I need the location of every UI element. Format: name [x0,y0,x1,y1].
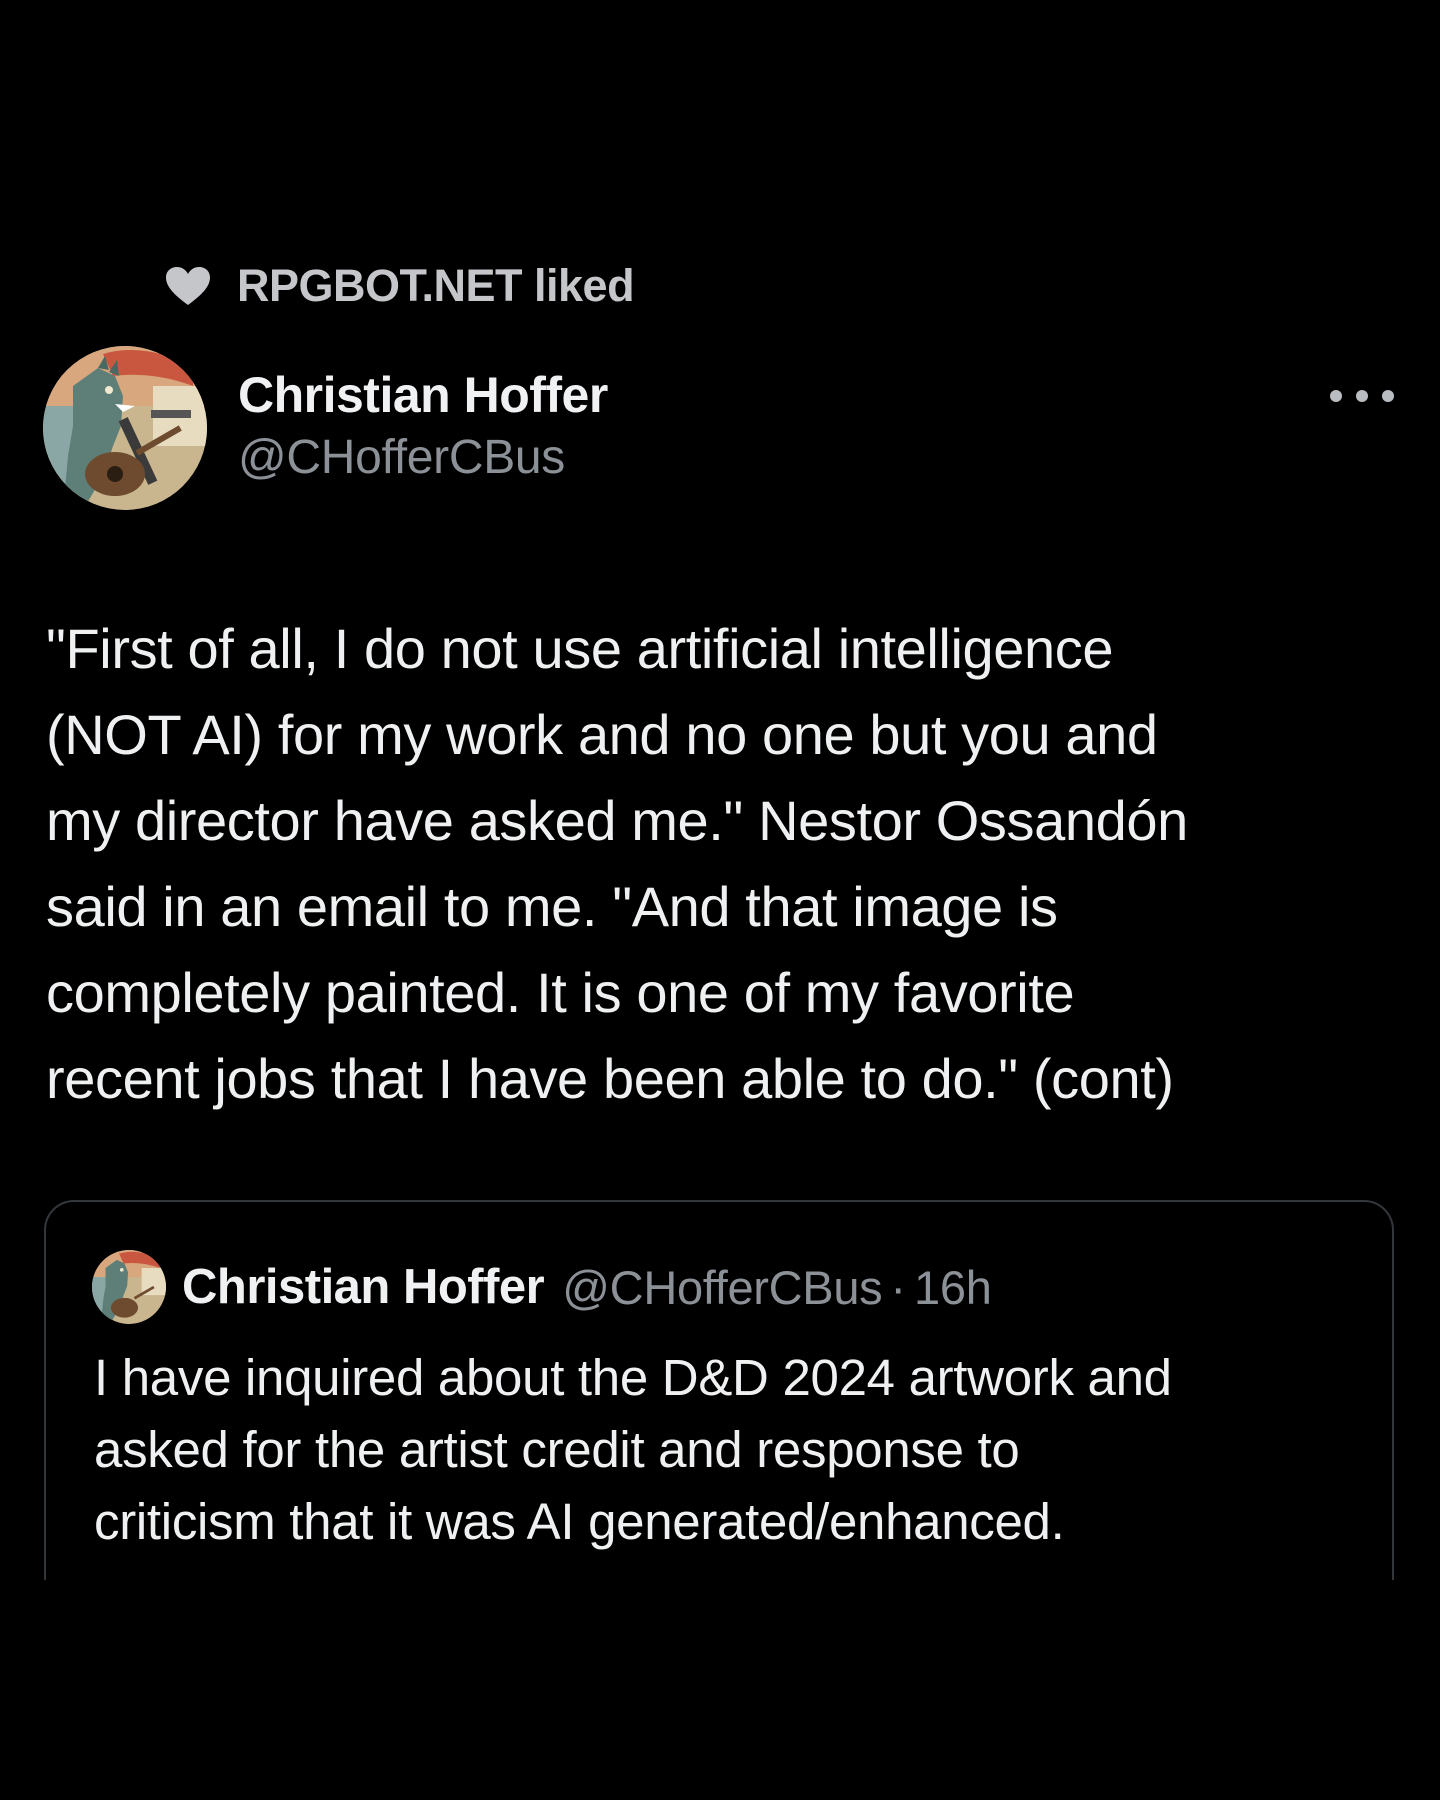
tweet-text-line: completely painted. It is one of my favo… [46,961,1075,1024]
liked-by-text: RPGBOT.NET liked [237,260,635,311]
more-horizontal-icon-dot [1356,390,1368,402]
quoted-timestamp[interactable]: 16h [914,1260,992,1315]
tweet-text: "First of all, I do not use artificial i… [46,606,1406,1122]
author-name[interactable]: Christian Hoffer [238,362,608,428]
more-horizontal-icon-dot [1382,390,1394,402]
tweet-text-line: recent jobs that I have been able to do.… [46,1047,1174,1110]
quoted-author-avatar[interactable] [92,1250,166,1324]
heart-icon [166,267,210,305]
quoted-author-handle[interactable]: @CHofferCBus [562,1260,882,1315]
separator-dot: · [890,1260,907,1314]
tweet-text-line: said in an email to me. "And that image … [46,875,1058,938]
quoted-author-name[interactable]: Christian Hoffer [182,1259,545,1315]
quoted-tweet-text-line: asked for the artist credit and response… [94,1421,1020,1478]
avatar-illustration [92,1250,166,1324]
quoted-tweet-header: Christian Hoffer @CHofferCBus · 16h [92,1250,992,1324]
more-horizontal-icon-dot [1330,390,1342,402]
more-options-button[interactable] [1330,376,1394,416]
author-handle[interactable]: @CHofferCBus [238,428,608,488]
tweet-text-line: "First of all, I do not use artificial i… [46,617,1114,680]
tweet-text-line: (NOT AI) for my work and no one but you … [46,703,1158,766]
author-info[interactable]: Christian Hoffer @CHofferCBus [238,362,608,488]
screen: RPGBOT.NET liked Christian Hoffer @CHoff… [0,0,1440,1800]
quoted-tweet-text: I have inquired about the D&D 2024 artwo… [94,1342,1374,1558]
quoted-tweet-card[interactable]: Christian Hoffer @CHofferCBus · 16h I ha… [44,1200,1394,1580]
avatar-illustration [43,346,207,510]
author-avatar[interactable] [43,346,207,510]
quoted-tweet-text-line: I have inquired about the D&D 2024 artwo… [94,1349,1172,1406]
quoted-tweet-text-line: criticism that it was AI generated/enhan… [94,1493,1065,1550]
tweet-text-line: my director have asked me." Nestor Ossan… [46,789,1188,852]
social-context[interactable]: RPGBOT.NET liked [165,258,635,314]
